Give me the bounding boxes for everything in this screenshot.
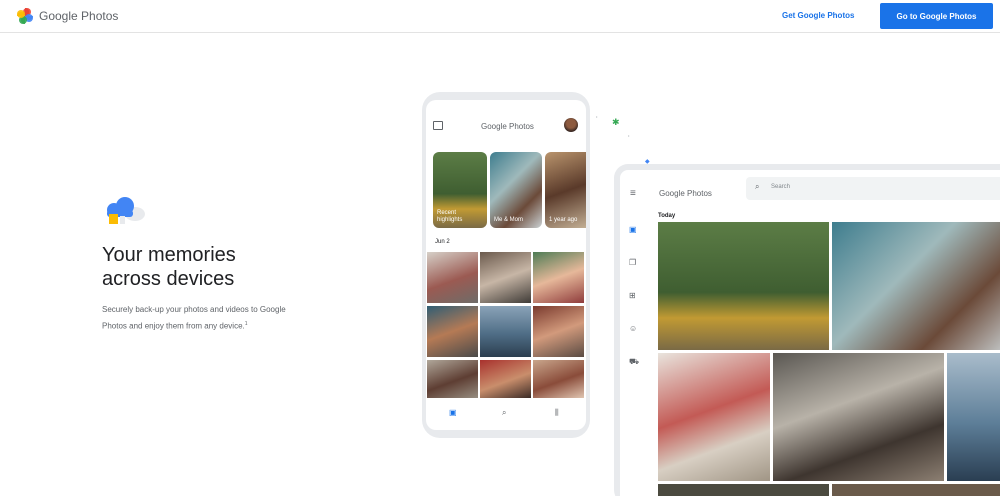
tablet-app-logo: Google Photos (659, 189, 712, 198)
albums-icon[interactable]: ❐ (629, 258, 636, 267)
highlight-label-line2: highlights (437, 217, 463, 223)
footnote-marker[interactable]: 1 (245, 321, 248, 327)
phone-mockup: Google Photos Recent highlights Me & Mom… (422, 92, 590, 438)
photo-thumbnail[interactable] (658, 353, 770, 481)
phone-app-logo: Google Photos (481, 122, 534, 131)
photo-thumbnail[interactable] (480, 252, 531, 303)
photo-thumbnail[interactable] (533, 360, 584, 398)
photos-icon[interactable]: ▣ (629, 225, 637, 234)
assistant-icon[interactable]: ⊞ (629, 291, 636, 300)
highlight-label: 1 year ago (549, 217, 578, 223)
dot-decoration: • (628, 133, 630, 138)
photo-thumbnail[interactable] (480, 360, 531, 398)
photo-thumbnail[interactable] (533, 306, 584, 357)
photo-thumbnail[interactable] (427, 306, 478, 357)
tablet-screen: ≡ Google Photos ⌕ Search ▣ ❐ ⊞ ☺ ⛟ Today (620, 170, 1000, 496)
menu-icon[interactable]: ≡ (630, 188, 636, 199)
phone-bottom-nav: ▣ ⌕ ⫼ (426, 402, 586, 424)
photo-thumbnail[interactable] (480, 306, 531, 357)
highlight-card[interactable]: 1 year ago (545, 152, 586, 228)
highlight-label-line1: Recent (437, 210, 457, 216)
hero-title-line1: Your memories (102, 244, 236, 266)
search-icon: ⌕ (755, 182, 760, 191)
top-bar: Google Photos Get Google Photos Go to Go… (0, 0, 1000, 33)
phone-app-logo-text: Google Photos (481, 122, 534, 131)
chat-icon[interactable] (433, 121, 443, 130)
photos-icon[interactable]: ▣ (449, 408, 457, 417)
sharing-icon[interactable]: ☺ (629, 324, 637, 333)
photo-thumbnail[interactable] (773, 353, 944, 481)
pinwheel-icon (17, 8, 33, 24)
get-google-photos-link[interactable]: Get Google Photos (782, 11, 854, 20)
cloud-backup-icon (107, 197, 145, 224)
highlight-card[interactable]: Me & Mom (490, 152, 542, 228)
print-store-icon[interactable]: ⛟ (629, 357, 639, 367)
logo-text: Google Photos (39, 9, 119, 23)
avatar[interactable] (564, 118, 578, 132)
photo-thumbnail[interactable] (947, 353, 1000, 481)
google-photos-logo[interactable]: Google Photos (16, 7, 118, 25)
highlight-label: Recent highlights (437, 210, 462, 224)
sparkle-decoration: ✱ (612, 117, 620, 127)
phone-screen: Google Photos Recent highlights Me & Mom… (426, 100, 586, 430)
section-heading: Today (658, 213, 676, 219)
hero-description: Securely back-up your photos and videos … (102, 302, 312, 334)
date-heading: Jun 2 (435, 239, 450, 245)
page: Google Photos Get Google Photos Go to Go… (0, 0, 1000, 496)
highlight-card[interactable]: Recent highlights (433, 152, 487, 228)
photo-thumbnail[interactable] (427, 360, 478, 398)
photo-thumbnail[interactable] (533, 252, 584, 303)
hero-title: Your memories across devices (102, 243, 332, 291)
tablet-app-logo-text: Google Photos (659, 189, 712, 198)
highlight-label: Me & Mom (494, 217, 524, 223)
library-icon[interactable]: ⫼ (555, 408, 559, 418)
search-placeholder: Search (771, 184, 791, 190)
dot-decoration: • (596, 114, 598, 119)
hero-title-line2: across devices (102, 268, 235, 290)
tablet-mockup: ≡ Google Photos ⌕ Search ▣ ❐ ⊞ ☺ ⛟ Today (614, 164, 1000, 496)
go-to-google-photos-button[interactable]: Go to Google Photos (880, 3, 993, 29)
photo-thumbnail[interactable] (832, 484, 1000, 496)
photo-thumbnail[interactable] (658, 222, 829, 350)
search-bar[interactable]: ⌕ Search (746, 177, 1000, 200)
hero-description-text: Securely back-up your photos and videos … (102, 305, 286, 331)
search-icon[interactable]: ⌕ (502, 408, 506, 418)
photo-thumbnail[interactable] (658, 484, 829, 496)
photo-thumbnail[interactable] (832, 222, 1000, 350)
photo-thumbnail[interactable] (427, 252, 478, 303)
